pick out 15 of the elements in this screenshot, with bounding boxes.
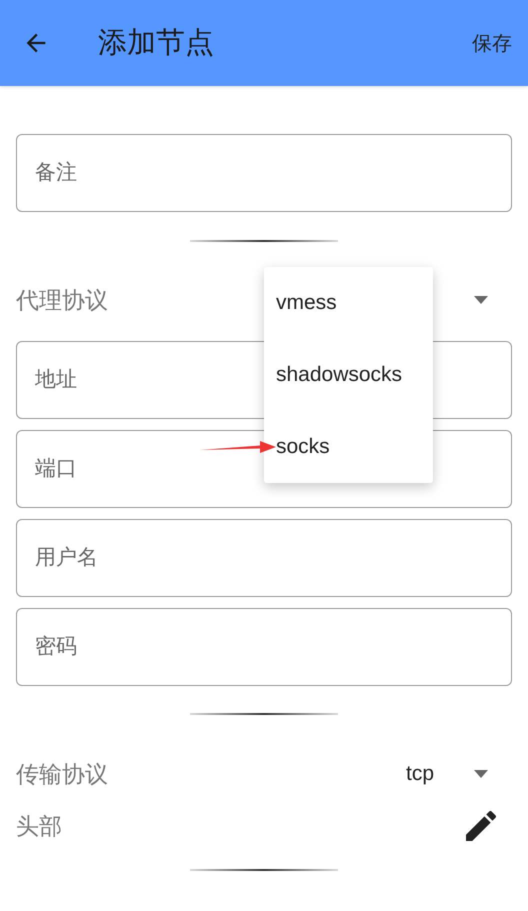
proxy-protocol-label: 代理协议 [16, 286, 108, 314]
remark-field[interactable]: 备注 [16, 134, 512, 212]
menu-item[interactable]: socks [264, 411, 433, 483]
save-button[interactable]: 保存 [472, 26, 512, 60]
input-field[interactable]: 用户名 [16, 519, 512, 597]
menu-item[interactable]: shadowsocks [264, 339, 433, 411]
dropdown-caret-icon[interactable] [474, 770, 488, 778]
dropdown-caret-icon[interactable] [474, 296, 488, 304]
transport-value[interactable]: tcp [406, 762, 434, 786]
header-label: 头部 [16, 812, 62, 840]
input-field[interactable]: 密码 [16, 608, 512, 686]
transport-protocol-label: 传输协议 [16, 760, 108, 788]
edit-icon[interactable] [466, 811, 496, 841]
menu-item[interactable]: vmess [264, 267, 433, 339]
screen-title: 添加节点 [98, 26, 215, 61]
